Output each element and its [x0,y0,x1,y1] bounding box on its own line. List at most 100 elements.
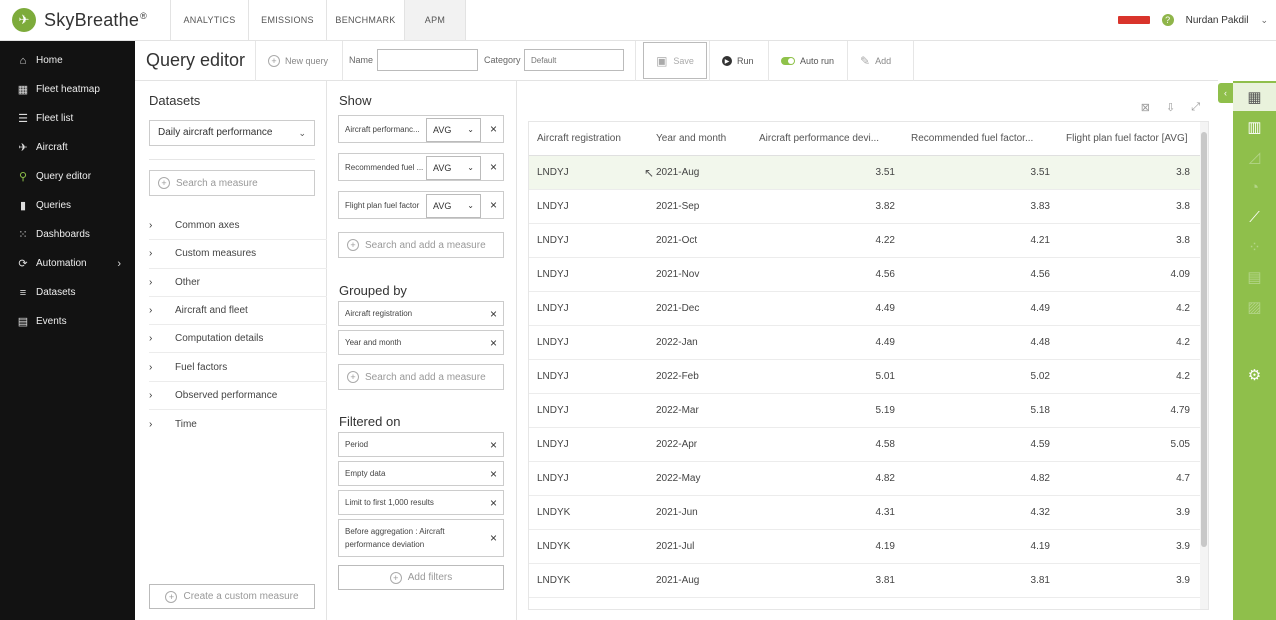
scatter-chart-icon[interactable]: ⁘ [1233,233,1276,261]
pie-chart-icon[interactable]: ◔ [1233,173,1276,201]
close-icon[interactable]: × [490,438,497,452]
tab-emissions[interactable]: EMISSIONS [248,0,326,40]
create-custom-measure-button[interactable]: + Create a custom measure [149,584,315,609]
category-item[interactable]: › Observed performance [149,382,327,411]
sidebar-item-datasets[interactable]: ≡ Datasets [0,278,135,307]
dataset-select[interactable]: Daily aircraft performance ⌄ [149,120,315,146]
measure-search[interactable]: + Search a measure [149,170,315,196]
sidebar-item-fleet-heatmap[interactable]: ▦ Fleet heatmap [0,75,135,104]
filter-chip[interactable]: Limit to first 1,000 results × [338,490,504,515]
table-row[interactable]: LNDYJ 2022-Apr 4.58 4.59 5.05 [529,427,1208,462]
close-icon[interactable]: × [490,160,497,174]
close-icon[interactable]: × [490,336,497,350]
aggregation-select[interactable]: AVG ⌄ [426,194,481,218]
group-search-add[interactable]: + Search and add a measure [338,364,504,390]
run-button[interactable]: ▶ Run [722,41,754,81]
close-icon[interactable]: × [490,198,497,212]
table-row[interactable]: LNDYK 2021-Jun 4.31 4.32 3.9 [529,495,1208,530]
show-measure-chip[interactable]: Flight plan fuel factor AVG ⌄ × [338,191,504,219]
help-icon[interactable]: ? [1161,14,1174,26]
table-row[interactable]: LNDYJ 2022-Feb 5.01 5.02 4.2 [529,359,1208,394]
close-icon[interactable]: × [490,122,497,136]
stacked-chart-icon[interactable]: ▤ [1233,263,1276,291]
table-row[interactable]: LNDYJ 2021-Sep 3.82 3.83 3.8 [529,189,1208,224]
category-item[interactable]: › Time [149,410,327,438]
table-row[interactable]: LNDYJ 2022-Jan 4.49 4.48 4.2 [529,325,1208,360]
sidebar-item-aircraft[interactable]: ✈ Aircraft [0,133,135,162]
tab-analytics[interactable]: ANALYTICS [170,0,248,40]
line-chart-icon[interactable]: ⟋ [1233,203,1276,231]
table-row[interactable]: LNDYJ 2022-Mar 5.19 5.18 4.79 [529,393,1208,428]
table-row[interactable]: LNDYK 2021-Aug 3.81 3.81 3.9 [529,563,1208,598]
group-by-chip[interactable]: Year and month × [338,330,504,355]
add-filters-button[interactable]: + Add filters [338,565,504,590]
table-row[interactable]: LNDYJ 2022-May 4.82 4.82 4.7 [529,461,1208,496]
close-icon[interactable]: × [490,307,497,321]
column-header[interactable]: Aircraft performance devi... [751,122,903,156]
new-query-button[interactable]: + New query [268,41,328,81]
filter-chip[interactable]: Period × [338,432,504,457]
category-item[interactable]: › Fuel factors [149,353,327,382]
group-by-chip[interactable]: Aircraft registration × [338,301,504,326]
save-button[interactable]: ▣ Save [643,42,707,79]
category-item[interactable]: › Computation details [149,325,327,354]
sidebar-item-fleet-list[interactable]: ☰ Fleet list [0,104,135,133]
filter-chip[interactable]: Before aggregation : Aircraft performanc… [338,519,504,557]
sidebar-item-queries[interactable]: ▮ Queries [0,191,135,220]
add-button[interactable]: ✎ Add [860,41,891,81]
category-input[interactable] [524,49,624,71]
chevron-down-icon[interactable]: ⌄ [1260,15,1268,26]
category-item[interactable]: › Aircraft and fleet [149,297,327,326]
sidebar-item-query-editor[interactable]: ⚲ Query editor [0,162,135,191]
sidebar-item-events[interactable]: ▤ Events [0,307,135,336]
sidebar-item-home[interactable]: ⌂ Home [0,46,135,75]
tab-benchmark[interactable]: BENCHMARK [326,0,404,40]
category-item[interactable]: › Custom measures [149,240,327,269]
table-row[interactable]: LNDYK 2021-Jul 4.19 4.19 3.9 [529,529,1208,564]
close-icon[interactable]: × [490,496,497,510]
close-icon[interactable]: × [490,531,497,545]
show-measure-chip[interactable]: Recommended fuel ... AVG ⌄ × [338,153,504,181]
scroll-thumb[interactable] [1201,132,1207,547]
sidebar-item-dashboards[interactable]: ⁙ Dashboards [0,220,135,249]
auto-run-toggle[interactable]: Auto run [781,41,834,81]
main-nav: ANALYTICS EMISSIONS BENCHMARK APM [170,0,466,40]
column-header[interactable]: Flight plan fuel factor [AVG] [1058,122,1208,156]
gear-icon[interactable]: ⚙ [1233,361,1276,389]
category-item[interactable]: › Other [149,269,327,297]
show-measure-chip[interactable]: Aircraft performanc... AVG ⌄ × [338,115,504,143]
table-row[interactable]: LNDYJ 2021-Nov 4.56 4.56 4.09 [529,257,1208,292]
download-icon[interactable]: ⇩ [1166,101,1175,114]
table-row[interactable]: LNDYJ 2021-Aug 3.51 3.51 3.8 [529,155,1208,190]
aggregation-select[interactable]: AVG ⌄ [426,118,481,142]
column-header[interactable]: Year and month [648,122,751,156]
table-scrollbar[interactable] [1200,122,1208,609]
show-search-add[interactable]: + Search and add a measure [338,232,504,258]
category-item[interactable]: › Common axes [149,212,327,241]
tab-apm[interactable]: APM [404,0,466,40]
aggregation-select[interactable]: AVG ⌄ [426,156,481,180]
table-row[interactable]: LNDYJ 2021-Dec 4.49 4.49 4.2 [529,291,1208,326]
map-chart-icon[interactable]: ▨ [1233,293,1276,321]
area-chart-icon[interactable]: ◿ [1233,143,1276,171]
caret-right-icon: › [149,418,153,430]
filtered-on-title: Filtered on [339,414,401,429]
bar-chart-icon[interactable]: ▥ [1233,113,1276,141]
user-name[interactable]: Nurdan Pakdil [1186,15,1249,26]
rail-collapse-toggle[interactable]: ‹ [1218,83,1233,103]
app-logo[interactable]: ✈ SkyBreathe ® [12,8,147,32]
sidebar-item-automation[interactable]: ⟳ Automation › [0,249,135,278]
table-icon[interactable]: ▦ [1233,83,1276,111]
export-excel-icon[interactable]: ⊠ [1141,101,1150,114]
table-row[interactable]: LNDYJ 2021-Oct 4.22 4.21 3.8 [529,223,1208,258]
caret-right-icon: › [149,276,153,288]
sidebar-item-label: Events [36,316,67,327]
name-input[interactable] [377,49,478,71]
column-header[interactable]: Recommended fuel factor... [903,122,1058,156]
new-query-label: New query [285,56,329,66]
expand-icon[interactable]: ⤢ [1191,101,1200,114]
filter-chip[interactable]: Empty data × [338,461,504,486]
table-cell: LNDYJ [529,393,648,428]
column-header[interactable]: Aircraft registration [529,122,648,156]
close-icon[interactable]: × [490,467,497,481]
